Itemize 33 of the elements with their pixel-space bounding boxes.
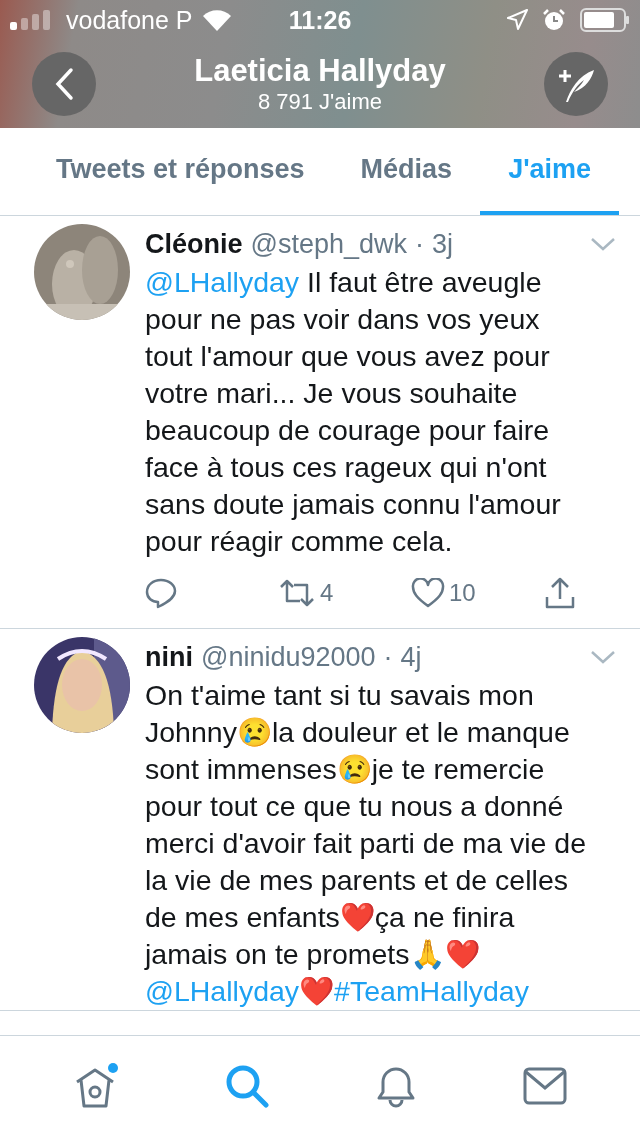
share-icon[interactable] xyxy=(544,577,576,609)
tweet-time: 3j xyxy=(432,228,454,260)
tweet-time: 4j xyxy=(400,641,422,673)
profile-name: Laeticia Hallyday xyxy=(194,53,446,89)
author-handle: @steph_dwk xyxy=(250,228,408,260)
battery-icon xyxy=(580,8,630,32)
retweet-icon[interactable] xyxy=(278,578,316,608)
retweet-count: 4 xyxy=(320,579,334,607)
likes-count: 8 791 J'aime xyxy=(257,89,382,115)
clock-time: 11:26 xyxy=(288,5,352,35)
tab[interactable]: J'aime xyxy=(480,128,620,215)
separator-dot: · xyxy=(383,641,393,673)
tab[interactable]: Médias xyxy=(332,128,481,215)
hashtag-link[interactable]: #TeamHallyday xyxy=(334,975,529,1007)
author-name: nini xyxy=(145,641,193,673)
tab[interactable]: Tweets et réponses xyxy=(28,128,333,215)
chevron-left-icon xyxy=(53,67,75,101)
mention-link[interactable]: @LHallyday xyxy=(145,975,300,1007)
like-count: 10 xyxy=(449,579,476,607)
wifi-icon xyxy=(202,9,231,31)
mail-icon[interactable] xyxy=(523,1067,567,1105)
author-handle: @ninidu92000 xyxy=(201,641,376,673)
carrier-name: vodafone P xyxy=(66,5,193,35)
tweet-text: @LHallyday Il faut être aveugle pour ne pas voir dans vos yeux tout l'amour que vous avez pour votre mari... Je vous souhaite beaucoup de courage pour faire face à tous ces rageux qui n'ont sans doute jamais connu l'amour pour réagir comme cela. xyxy=(145,265,562,559)
search-icon[interactable] xyxy=(225,1064,269,1108)
location-icon xyxy=(506,9,528,31)
separator-dot: · xyxy=(415,228,425,260)
tweet-text: On t'aime tant si tu savais mon Johnny😢la douleur et le manque sont immenses😢je te remercie pour tout ce que tu nous a donné merci d'avoir fait parti de ma vie de la vie de mes parents et de celles de mes enfants❤ça ne finira jamais on te promets🙏❤ @LHallyday❤#TeamHallyday xyxy=(145,678,588,1009)
alarm-icon xyxy=(542,8,566,32)
mention-link[interactable]: @LHallyday xyxy=(145,266,300,298)
reply-icon[interactable] xyxy=(145,577,177,609)
author-name: Cléonie xyxy=(145,228,243,260)
like-icon[interactable] xyxy=(411,578,445,608)
